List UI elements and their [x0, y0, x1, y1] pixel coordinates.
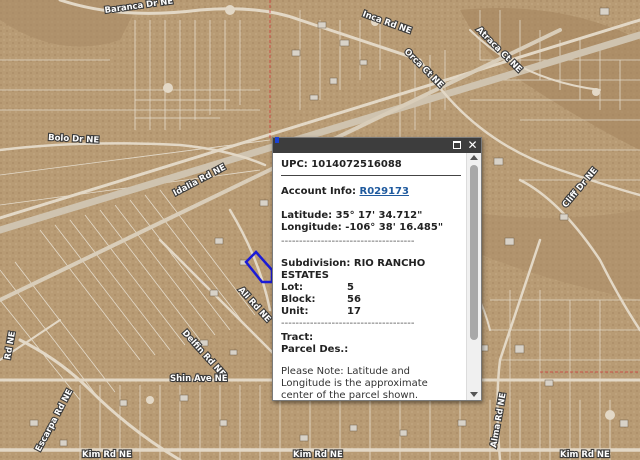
- popup-titlebar[interactable]: ✕: [273, 137, 481, 153]
- subdivision-row: Subdivision: RIO RANCHO ESTATES: [281, 258, 461, 282]
- road-label-kim-right: Kim Rd NE: [560, 450, 610, 460]
- divider: [281, 175, 461, 176]
- longitude-row: Longitude: -106° 38' 16.485": [281, 222, 461, 234]
- longitude-label: Longitude:: [281, 222, 342, 233]
- upc-row: UPC: 1014072516088: [281, 159, 461, 171]
- unit-label: Unit:: [281, 306, 309, 317]
- block-label: Block:: [281, 294, 316, 305]
- dashed-separator: -------------------------------------: [281, 236, 415, 247]
- scroll-up-arrow-icon[interactable]: [470, 155, 478, 160]
- popup-content: UPC: 1014072516088 Account Info: R029173…: [273, 153, 467, 400]
- latitude-row: Latitude: 35° 17' 34.712": [281, 210, 461, 222]
- block-row: Block: 56: [281, 294, 461, 306]
- popup-scrollbar[interactable]: [466, 153, 481, 400]
- parcel-des-label: Parcel Des.:: [281, 344, 349, 355]
- lot-value: 5: [347, 282, 354, 293]
- unit-value: 17: [347, 306, 361, 317]
- tract-label: Tract:: [281, 332, 314, 343]
- close-icon[interactable]: ✕: [466, 139, 479, 152]
- account-row: Account Info: R029173: [281, 186, 461, 198]
- dashed-separator-2: -------------------------------------: [281, 318, 415, 329]
- latitude-value: 35° 17' 34.712": [335, 210, 423, 221]
- road-label-kim-mid: Kim Rd NE: [293, 450, 343, 460]
- scroll-down-arrow-icon[interactable]: [470, 392, 478, 397]
- road-label-shin: Shin Ave NE: [170, 374, 228, 384]
- upc-value: 1014072516088: [311, 159, 402, 170]
- parcel-info-popup: ✕ UPC: 1014072516088 Account Info: R0291…: [272, 137, 482, 401]
- lot-row: Lot: 5: [281, 282, 461, 294]
- maximize-icon[interactable]: [451, 139, 464, 152]
- latitude-label: Latitude:: [281, 210, 333, 221]
- scroll-thumb[interactable]: [470, 165, 478, 340]
- subdivision-label: Subdivision:: [281, 258, 351, 269]
- unit-row: Unit: 17: [281, 306, 461, 318]
- upc-label: UPC:: [281, 159, 308, 170]
- road-label-kim-left: Kim Rd NE: [82, 450, 132, 460]
- account-label: Account Info:: [281, 186, 357, 197]
- popup-pointer-tab: [275, 137, 279, 143]
- lot-label: Lot:: [281, 282, 304, 293]
- block-value: 56: [347, 294, 361, 305]
- longitude-value: -106° 38' 16.485": [345, 222, 444, 233]
- account-link[interactable]: R029173: [360, 186, 409, 197]
- coordinates-note: Please Note: Latitude and Longitude is t…: [281, 366, 428, 400]
